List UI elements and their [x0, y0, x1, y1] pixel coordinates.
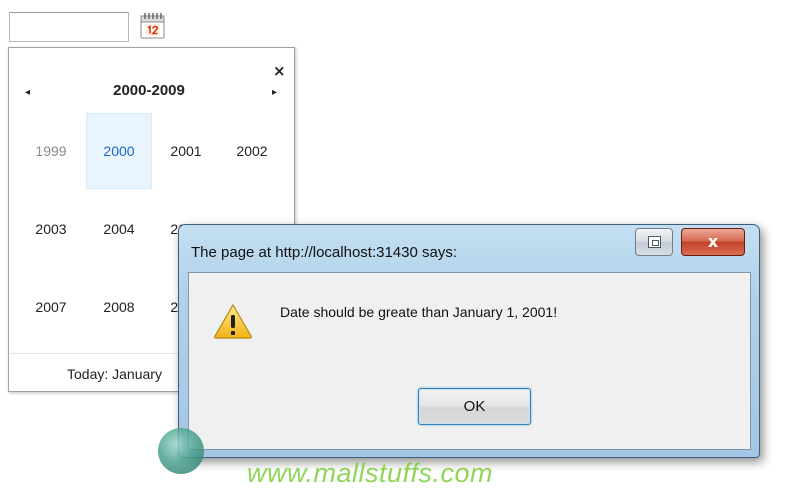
calendar-year-cell-selected[interactable]: 2000: [86, 113, 152, 189]
calendar-year-cell[interactable]: 1999: [18, 113, 84, 189]
watermark-logo: [158, 428, 204, 474]
calendar-close-icon[interactable]: ×: [273, 62, 286, 80]
calendar-next-icon[interactable]: ▸: [272, 87, 277, 98]
ok-button[interactable]: OK: [418, 388, 531, 425]
dialog-message: Date should be greate than January 1, 20…: [280, 304, 558, 320]
dialog-title: The page at http://localhost:31430 says:: [191, 244, 458, 261]
warning-icon: [214, 303, 252, 339]
calendar-today-label: Today: January: [67, 366, 162, 382]
dialog-body: Date should be greate than January 1, 20…: [188, 272, 751, 450]
restore-icon: [648, 236, 661, 248]
calendar-prev-icon[interactable]: ◂: [25, 87, 30, 98]
date-input[interactable]: [9, 12, 129, 42]
calendar-year-cell[interactable]: 2007: [18, 269, 84, 345]
calendar-year-cell[interactable]: 2008: [86, 269, 152, 345]
calendar-year-cell[interactable]: 2002: [219, 113, 285, 189]
calendar-year-cell[interactable]: 2003: [18, 191, 84, 267]
alert-dialog: The page at http://localhost:31430 says:…: [178, 224, 760, 458]
calendar-year-cell[interactable]: 2001: [153, 113, 219, 189]
close-button[interactable]: x: [681, 228, 745, 256]
close-icon: x: [707, 232, 719, 251]
calendar-icon[interactable]: [139, 12, 166, 40]
restore-button[interactable]: [635, 228, 673, 256]
calendar-decade-title[interactable]: 2000-2009: [87, 82, 211, 99]
watermark-text: www.mallstuffs.com: [247, 458, 494, 488]
calendar-year-cell[interactable]: 2004: [86, 191, 152, 267]
